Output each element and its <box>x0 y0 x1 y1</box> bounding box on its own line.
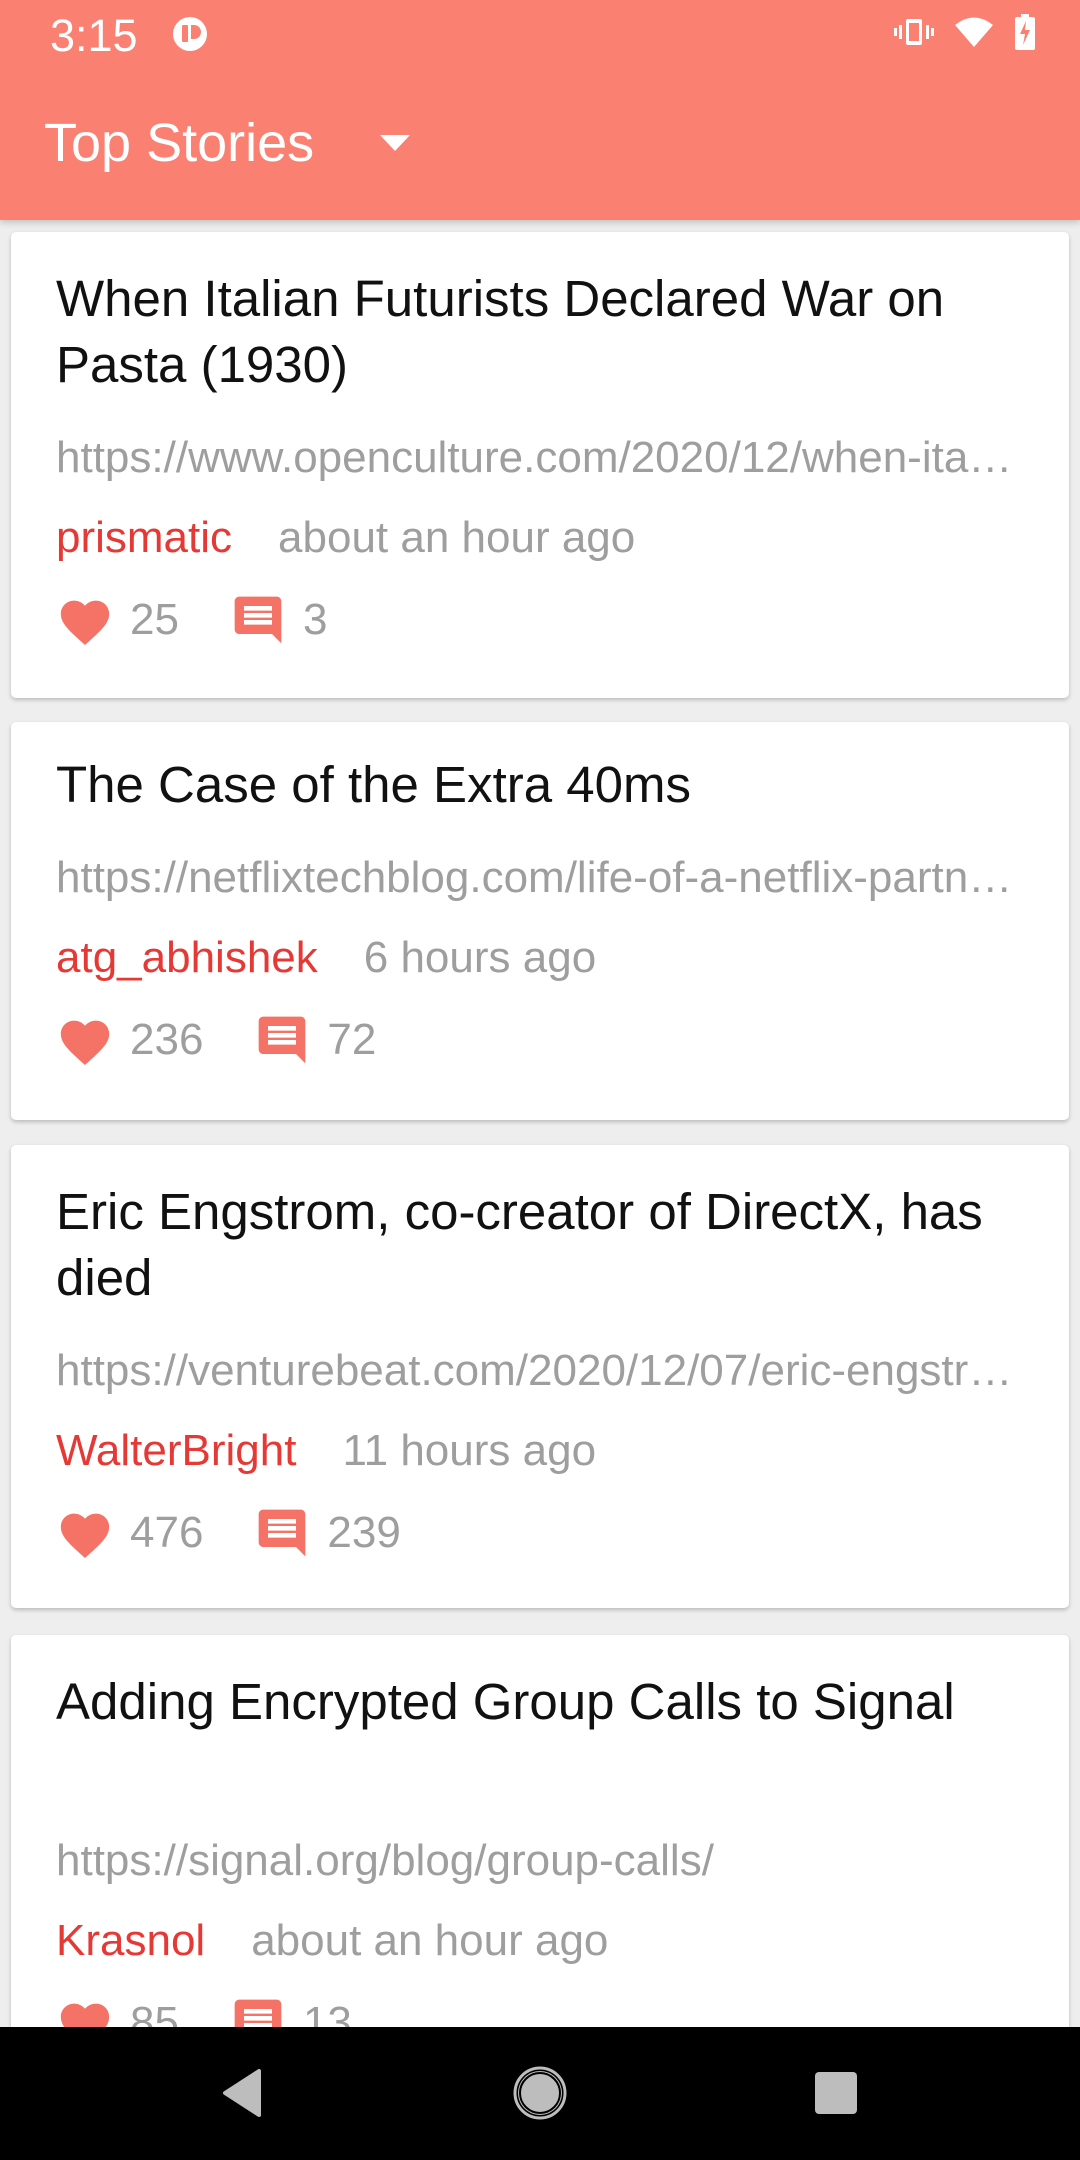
story-time: about an hour ago <box>251 1916 609 1965</box>
story-time: about an hour ago <box>278 513 636 562</box>
comment-icon <box>234 1999 282 2027</box>
story-stats: 236 72 <box>56 1010 376 1070</box>
comments-button[interactable]: 3 <box>229 592 327 648</box>
story-meta: Krasnol about an hour ago <box>56 1913 608 1969</box>
story-author[interactable]: WalterBright <box>56 1426 296 1476</box>
comments-count: 13 <box>302 1998 352 2027</box>
recents-square-icon[interactable] <box>808 2065 864 2121</box>
app-bar: 3:15 Top Stories <box>0 0 1080 220</box>
story-author[interactable]: atg_abhishek <box>56 933 318 983</box>
likes-count: 476 <box>130 1508 204 1557</box>
likes-button[interactable]: 25 <box>56 593 179 647</box>
comment-icon <box>259 1509 306 1557</box>
story-url[interactable]: https://signal.org/blog/group-calls/ <box>56 1833 1016 1889</box>
story-title: The Case of the Extra 40ms <box>56 756 691 813</box>
story-stats: 85 13 <box>56 1993 352 2027</box>
story-title: When Italian Futurists Declared War on P… <box>56 270 945 393</box>
story-url[interactable]: https://venturebeat.com/2020/12/07/eric-… <box>56 1343 1016 1399</box>
heart-icon <box>60 600 110 646</box>
story-card[interactable]: The Case of the Extra 40ms https://netfl… <box>11 722 1069 1120</box>
wifi-icon <box>954 16 994 53</box>
story-meta: atg_abhishek 6 hours ago <box>56 930 596 986</box>
story-stats: 25 3 <box>56 590 327 650</box>
app-screen: 3:15 Top Stories When Italian Futurists … <box>0 0 1080 2160</box>
likes-count: 236 <box>130 1015 204 1064</box>
story-card[interactable]: When Italian Futurists Declared War on P… <box>11 232 1069 698</box>
comments-button[interactable]: 72 <box>253 1012 376 1068</box>
story-author[interactable]: Krasnol <box>56 1916 205 1966</box>
system-nav-bar <box>0 2027 1080 2160</box>
story-url[interactable]: https://www.openculture.com/2020/12/when… <box>56 430 1016 486</box>
back-triangle-icon[interactable] <box>215 2065 271 2121</box>
status-time: 3:15 <box>50 10 138 61</box>
comment-icon <box>259 1016 306 1064</box>
heart-icon <box>60 1513 110 1559</box>
likes-count: 25 <box>130 595 179 644</box>
likes-button[interactable]: 85 <box>56 1996 179 2027</box>
comments-count: 3 <box>302 595 328 644</box>
story-time: 11 hours ago <box>342 1426 597 1475</box>
feed-selector[interactable]: Top Stories <box>44 108 411 178</box>
comments-button[interactable]: 239 <box>253 1505 401 1561</box>
story-meta: WalterBright 11 hours ago <box>56 1423 596 1479</box>
comment-icon <box>234 596 282 644</box>
likes-button[interactable]: 236 <box>56 1013 203 1067</box>
heart-icon <box>60 1020 110 1066</box>
page-title: Top Stories <box>44 113 315 173</box>
story-card[interactable]: Adding Encrypted Group Calls to Signal h… <box>11 1635 1069 2027</box>
likes-button[interactable]: 476 <box>56 1506 203 1560</box>
story-card[interactable]: Eric Engstrom, co-creator of DirectX, ha… <box>11 1145 1069 1608</box>
arrow-drop-down-icon <box>380 135 411 151</box>
story-author[interactable]: prismatic <box>56 513 232 563</box>
story-stats: 476 239 <box>56 1503 401 1563</box>
comments-count: 239 <box>327 1508 401 1557</box>
story-time: 6 hours ago <box>363 933 597 982</box>
heart-icon <box>60 2003 110 2027</box>
battery-charging-icon <box>1014 13 1036 55</box>
vibrate-icon <box>894 17 934 52</box>
story-title: Eric Engstrom, co-creator of DirectX, ha… <box>56 1183 983 1306</box>
status-icons <box>894 13 1036 55</box>
story-url[interactable]: https://netflixtechblog.com/life-of-a-ne… <box>56 850 1016 906</box>
home-circle-icon[interactable] <box>512 2065 568 2121</box>
story-title: Adding Encrypted Group Calls to Signal <box>56 1673 955 1730</box>
story-meta: prismatic about an hour ago <box>56 510 635 566</box>
story-list: When Italian Futurists Declared War on P… <box>0 220 1080 2027</box>
likes-count: 85 <box>130 1998 179 2027</box>
comments-button[interactable]: 13 <box>229 1995 352 2027</box>
comments-count: 72 <box>327 1015 377 1064</box>
notification-app-icon <box>173 17 207 51</box>
